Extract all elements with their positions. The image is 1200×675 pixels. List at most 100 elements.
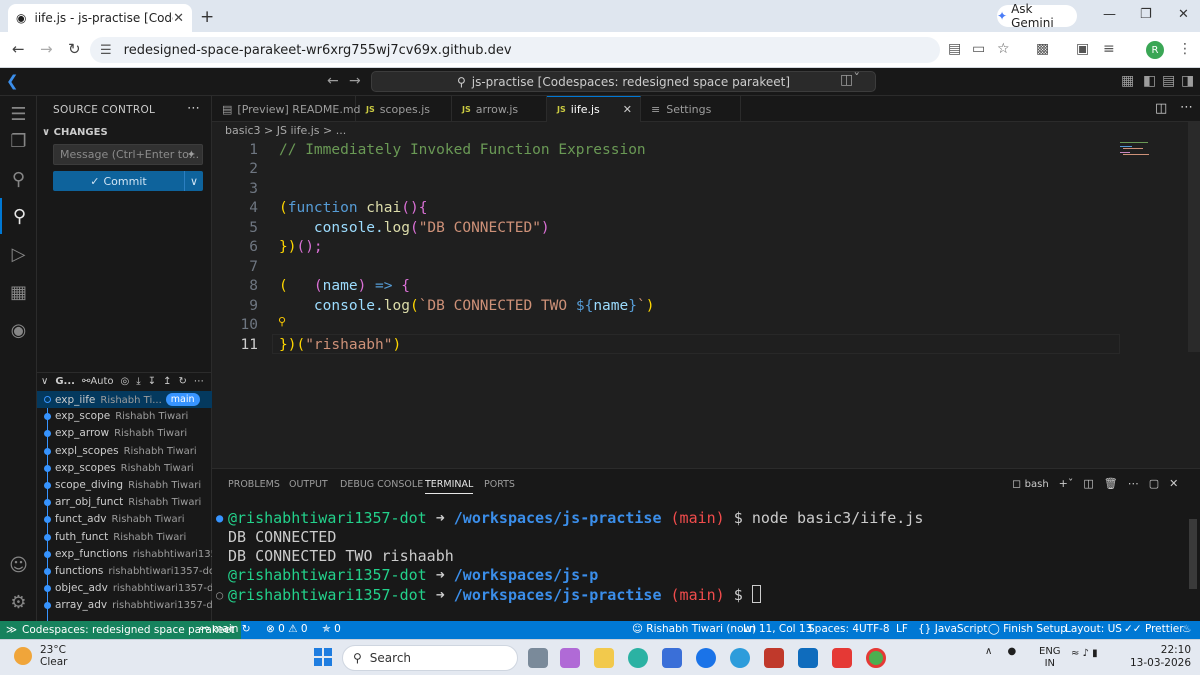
- close-icon[interactable]: ✕: [173, 11, 184, 26]
- graph-commit-item[interactable]: exp_iife Rishabh Ti... main: [37, 391, 212, 408]
- target-icon[interactable]: ◎: [121, 376, 130, 387]
- generate-message-icon[interactable]: ✦: [187, 148, 196, 161]
- refresh-icon[interactable]: ↻: [178, 376, 186, 387]
- site-info-icon[interactable]: ☰: [100, 43, 112, 58]
- clipboard-icon[interactable]: ▤: [948, 41, 961, 57]
- problems-status[interactable]: ⊗ 0 ⚠ 0: [266, 623, 308, 635]
- outlook-icon[interactable]: [798, 648, 818, 668]
- run-debug-icon[interactable]: ▷: [0, 236, 37, 272]
- graph-commit-item[interactable]: exp_scope Rishabh Tiwari: [37, 408, 212, 425]
- keyboard-layout[interactable]: Layout: US: [1065, 623, 1122, 635]
- task-view-icon[interactable]: [528, 648, 548, 668]
- more-actions-icon[interactable]: ⋯: [187, 101, 200, 116]
- graph-commit-item[interactable]: expl_scopes Rishabh Tiwari: [37, 443, 212, 460]
- graph-commit-item[interactable]: array_adv rishabhtiwari1357-dot: [37, 597, 212, 614]
- google-lens-icon[interactable]: ▣: [1076, 41, 1089, 57]
- restore-icon[interactable]: ❐: [1140, 7, 1152, 22]
- tab-debug-console[interactable]: DEBUG CONSOLE: [340, 479, 423, 490]
- chrome-menu-icon[interactable]: ⋮: [1178, 41, 1192, 57]
- copilot-app-icon[interactable]: [560, 648, 580, 668]
- tab-problems[interactable]: PROBLEMS: [228, 479, 280, 490]
- toggle-secondary-sidebar-icon[interactable]: ◨: [1181, 73, 1194, 89]
- chrome-icon[interactable]: [866, 648, 886, 668]
- search-view-icon[interactable]: ⚲: [0, 161, 37, 197]
- graph-commit-item[interactable]: funct_adv Rishabh Tiwari: [37, 511, 212, 528]
- kill-terminal-icon[interactable]: 🗑: [1104, 477, 1118, 490]
- edge-icon[interactable]: [628, 648, 648, 668]
- editor-more-icon[interactable]: ⋯: [1180, 100, 1193, 115]
- commit-message-input[interactable]: Message (Ctrl+Enter to... ✦: [53, 144, 203, 165]
- file-explorer-icon[interactable]: [594, 648, 614, 668]
- close-icon[interactable]: ✕: [623, 103, 632, 116]
- panel-more-icon[interactable]: ⋯: [1128, 477, 1139, 490]
- bookmark-star-icon[interactable]: ☆: [997, 41, 1010, 57]
- explorer-icon[interactable]: ❐: [0, 123, 37, 159]
- accounts-icon[interactable]: ☺: [0, 547, 37, 583]
- tab-output[interactable]: OUTPUT: [289, 479, 328, 490]
- tab-terminal[interactable]: TERMINAL: [425, 479, 474, 494]
- tab-arrow-js[interactable]: JS arrow.js: [452, 96, 547, 122]
- clock[interactable]: 22:10 13-03-2026: [1130, 644, 1191, 670]
- tray-chevron-icon[interactable]: ∧: [985, 646, 992, 657]
- push-icon[interactable]: ↥: [163, 376, 171, 387]
- code-editor[interactable]: 1 2 3 4 5 6 7 8 9 10 11 ⚲ // Immediately…: [212, 139, 1188, 467]
- weather-widget[interactable]: 23°C Clear: [14, 644, 67, 668]
- minimize-icon[interactable]: —: [1103, 7, 1116, 22]
- editor-scrollbar[interactable]: [1188, 122, 1200, 352]
- youtube-icon[interactable]: [832, 648, 852, 668]
- prettier-status[interactable]: ✓✓ Prettier: [1124, 623, 1184, 635]
- terminal-instance[interactable]: ◻ bash: [1012, 477, 1049, 490]
- tab-scopes-js[interactable]: JS scopes.js: [356, 96, 452, 122]
- profile-avatar[interactable]: R: [1146, 41, 1164, 59]
- github-view-icon[interactable]: ◉: [0, 312, 37, 348]
- graph-commit-item[interactable]: scope_diving Rishabh Tiwari: [37, 477, 212, 494]
- ports-status[interactable]: ✯ 0: [322, 623, 341, 635]
- cursor-position[interactable]: Ln 11, Col 13: [743, 623, 812, 635]
- ask-gemini-button[interactable]: ✦ Ask Gemini: [997, 2, 1077, 30]
- branch-status[interactable]: ⚯ main ↻: [200, 623, 251, 635]
- extensions-view-icon[interactable]: ▦: [0, 274, 37, 310]
- help-icon[interactable]: [730, 648, 750, 668]
- copilot-icon[interactable]: ◫ˇ: [840, 72, 860, 88]
- terminal-scrollbar[interactable]: [1189, 519, 1197, 589]
- blame-status[interactable]: ☺ Rishabh Tiwari (now): [632, 623, 756, 635]
- go-forward-icon[interactable]: →: [349, 73, 361, 89]
- tray-app-icon[interactable]: ●: [1008, 646, 1017, 657]
- source-control-icon[interactable]: ⚲: [0, 198, 37, 234]
- breadcrumb[interactable]: basic3 > JS iife.js > ...: [225, 124, 346, 137]
- language-indicator[interactable]: ENG IN: [1039, 646, 1061, 670]
- graph-commit-item[interactable]: objec_adv rishabhtiwari1357-dot: [37, 580, 212, 597]
- new-terminal-icon[interactable]: +ˇ: [1059, 477, 1074, 490]
- graph-commit-item[interactable]: functions rishabhtiwari1357-dot: [37, 563, 212, 580]
- hp-icon[interactable]: [696, 648, 716, 668]
- toggle-panel-icon[interactable]: ▤: [1162, 73, 1175, 89]
- encoding[interactable]: UTF-8: [859, 623, 890, 635]
- taskbar-search[interactable]: ⚲ Search: [342, 645, 518, 671]
- vscode-logo-icon[interactable]: ❮: [6, 72, 19, 90]
- extensions-icon[interactable]: ▩: [1036, 41, 1049, 57]
- commit-button[interactable]: ✓ Commit ∨: [53, 171, 203, 191]
- tab-readme-preview[interactable]: ▤ [Preview] README.md: [212, 96, 361, 122]
- pull-icon[interactable]: ↧: [148, 376, 156, 387]
- fetch-icon[interactable]: ⤓: [136, 376, 140, 387]
- notifications-bell-icon[interactable]: ♨: [1182, 623, 1191, 635]
- install-app-icon[interactable]: ▭: [972, 41, 985, 57]
- graph-commit-item[interactable]: exp_arrow Rishabh Tiwari: [37, 425, 212, 442]
- graph-section-header[interactable]: ∨ G... ⚯Auto ◎ ⤓ ↧ ↥ ↻ ⋯: [37, 372, 212, 390]
- forward-icon[interactable]: →: [40, 40, 53, 58]
- split-editor-icon[interactable]: ◫: [1155, 101, 1167, 116]
- end-of-line[interactable]: LF: [896, 623, 908, 635]
- tab-search-icon[interactable]: ≡: [1103, 41, 1115, 57]
- browser-tab[interactable]: ◉ iife.js - js-practise [Codespaces: red…: [8, 4, 192, 32]
- command-center[interactable]: ⚲ js-practise [Codespaces: redesigned sp…: [371, 71, 876, 92]
- graph-commit-item[interactable]: exp_functions rishabhtiwari1357...: [37, 546, 212, 563]
- branch-auto-icon[interactable]: ⚯Auto: [82, 376, 114, 387]
- graph-commit-item[interactable]: futh_funct Rishabh Tiwari: [37, 529, 212, 546]
- maximize-panel-icon[interactable]: ▢: [1149, 477, 1159, 490]
- network-icon[interactable]: ≈ ♪ ▮: [1071, 648, 1098, 659]
- close-window-icon[interactable]: ✕: [1178, 7, 1189, 22]
- windows-start-icon[interactable]: [314, 648, 332, 666]
- more-icon[interactable]: ⋯: [194, 376, 204, 387]
- lightbulb-icon[interactable]: ⚲: [278, 315, 286, 328]
- tab-iife-js[interactable]: JS iife.js ✕: [547, 96, 641, 122]
